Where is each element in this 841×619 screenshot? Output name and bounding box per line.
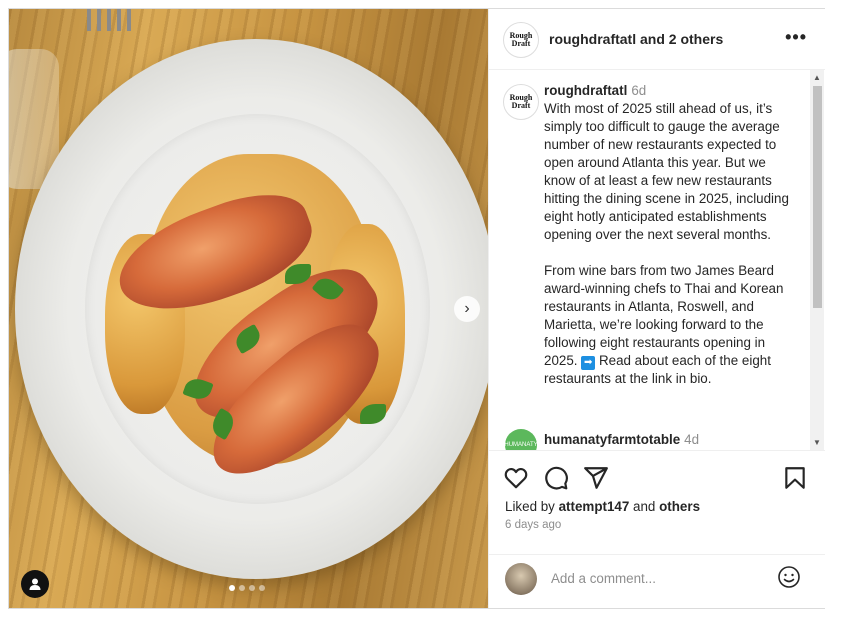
caption-author-avatar[interactable]: Rough Draft bbox=[503, 84, 539, 120]
comment-timestamp[interactable]: 4d bbox=[684, 432, 699, 447]
fork-prongs bbox=[87, 9, 133, 31]
caption-paragraph: With most of 2025 still ahead of us, it’… bbox=[544, 101, 793, 242]
caption-paragraph: From wine bars from two James Beard awar… bbox=[544, 262, 794, 388]
tagged-users-button[interactable] bbox=[21, 570, 49, 598]
likes-summary: Liked by attempt147 and others bbox=[505, 499, 700, 514]
logo-text: Draft bbox=[511, 101, 531, 110]
header-authors: roughdraftatl and 2 others bbox=[549, 31, 723, 47]
author-avatar[interactable]: Rough Draft bbox=[503, 22, 539, 58]
chevron-right-icon: › bbox=[464, 300, 470, 317]
comment-icon[interactable] bbox=[543, 465, 569, 491]
bookmark-icon[interactable] bbox=[782, 465, 808, 491]
carousel-next-button[interactable]: › bbox=[454, 296, 480, 322]
avatar-logo-text: HUMANATY bbox=[504, 442, 538, 448]
commenter-username-link[interactable]: humanatyfarmtotable bbox=[544, 432, 680, 447]
post-caption: roughdraftatl 6d With most of 2025 still … bbox=[544, 82, 794, 388]
post-date[interactable]: 6 days ago bbox=[505, 519, 561, 531]
comment-input[interactable] bbox=[549, 570, 773, 587]
caption-timestamp[interactable]: 6d bbox=[631, 83, 646, 98]
author-username-link[interactable]: roughdraftatl bbox=[549, 31, 636, 47]
current-user-avatar[interactable] bbox=[505, 563, 537, 595]
collaborators-link[interactable]: and 2 others bbox=[636, 31, 723, 47]
heart-icon[interactable] bbox=[503, 465, 529, 491]
scroll-up-arrow-icon[interactable]: ▲ bbox=[813, 73, 821, 82]
liker-username-link[interactable]: attempt147 bbox=[559, 499, 630, 514]
likes-connector: and bbox=[629, 499, 660, 514]
post-side-panel: Rough Draft roughdraftatl and 2 others •… bbox=[488, 9, 825, 608]
post-photo[interactable]: › bbox=[9, 9, 488, 608]
more-options-icon[interactable]: ••• bbox=[785, 27, 807, 48]
comments-scrollbar[interactable]: ▲ ▼ bbox=[810, 70, 824, 450]
post-header: Rough Draft roughdraftatl and 2 others •… bbox=[489, 9, 825, 70]
scrollbar-thumb[interactable] bbox=[813, 86, 822, 308]
carousel-dot bbox=[239, 585, 245, 591]
arrow-right-emoji-icon: ➡ bbox=[581, 356, 596, 370]
herb-garnish bbox=[360, 404, 386, 424]
carousel-dot bbox=[229, 585, 235, 591]
likes-others-link[interactable]: others bbox=[659, 499, 700, 514]
share-icon[interactable] bbox=[583, 465, 609, 491]
commenter-avatar[interactable]: HUMANATY bbox=[504, 429, 538, 450]
likes-prefix: Liked by bbox=[505, 499, 559, 514]
carousel-dot bbox=[249, 585, 255, 591]
plate bbox=[15, 39, 488, 579]
carousel-indicator bbox=[229, 585, 265, 591]
comments-section[interactable]: Rough Draft roughdraftatl 6d With most of… bbox=[489, 70, 809, 450]
carousel-dot bbox=[259, 585, 265, 591]
comment-item: humanatyfarmtotable 4d bbox=[544, 432, 699, 447]
scroll-down-arrow-icon[interactable]: ▼ bbox=[813, 438, 821, 447]
logo-text: Draft bbox=[511, 39, 531, 48]
post-modal: › Rough Draft roughdraftatl and 2 others… bbox=[8, 8, 825, 609]
add-comment-bar bbox=[489, 554, 825, 609]
plate-well bbox=[85, 114, 430, 504]
emoji-icon[interactable] bbox=[777, 565, 801, 589]
post-actions bbox=[489, 450, 825, 501]
caption-username-link[interactable]: roughdraftatl bbox=[544, 83, 627, 98]
person-icon bbox=[29, 578, 41, 590]
